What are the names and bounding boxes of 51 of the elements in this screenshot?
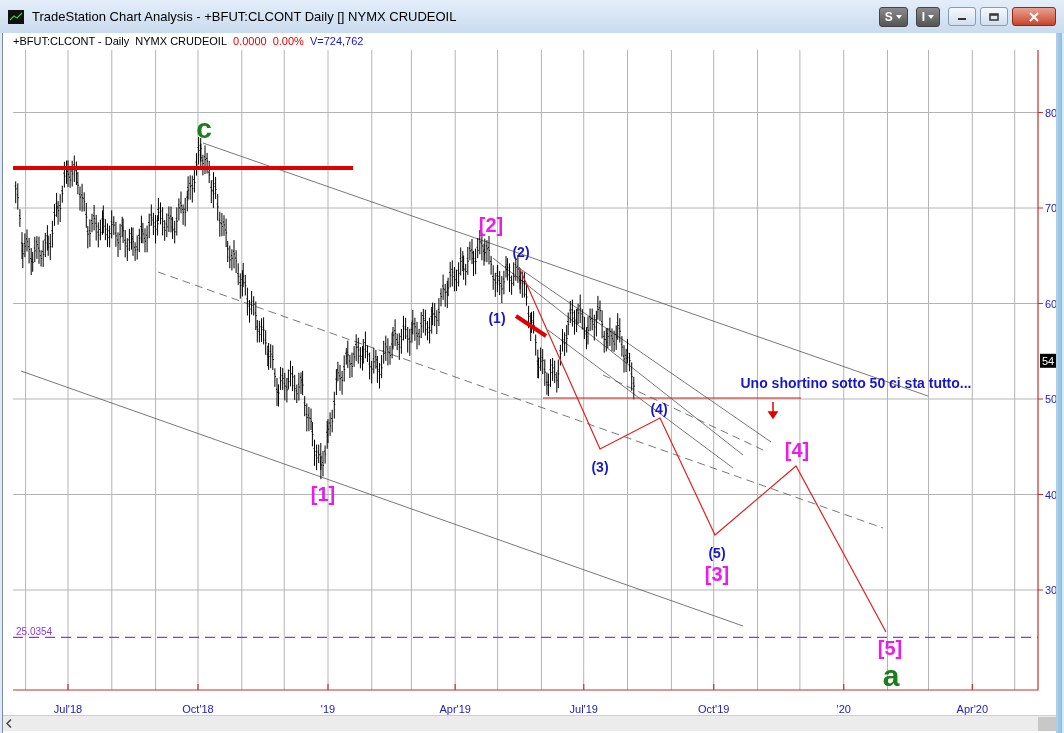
horizontal-scrollbar[interactable] xyxy=(3,715,1056,731)
wave-label: (2) xyxy=(512,244,530,261)
wave-label: a xyxy=(882,658,900,692)
date-axis-label: Apr'19 xyxy=(439,703,471,715)
price-axis-label: 40 xyxy=(1045,488,1056,501)
scrollbar-thumb[interactable] xyxy=(1038,716,1056,731)
date-axis-label: Jul'19 xyxy=(569,703,598,715)
symbol-label: +BFUT:CLCONT - Daily NYMX CRUDEOIL xyxy=(13,36,228,47)
date-axis-label: Jul'18 xyxy=(53,703,83,715)
price-change: 0.0000 xyxy=(233,36,267,47)
caret-icon xyxy=(895,14,902,19)
wave-label: [2] xyxy=(478,214,504,237)
breakout-line xyxy=(514,314,548,338)
last-price-tag: 54 xyxy=(1040,353,1056,368)
comment-text: Uno shortino sotto 50 ci sta tutto... xyxy=(740,375,972,391)
percent-change: 0.00% xyxy=(272,36,304,47)
minimize-icon xyxy=(958,18,966,20)
wave-label: (5) xyxy=(708,545,726,562)
date-axis-label: '20 xyxy=(836,703,851,715)
wave-label: [4] xyxy=(784,439,810,462)
menu-button[interactable]: S xyxy=(878,6,908,27)
menu-button[interactable]: I xyxy=(915,6,940,27)
wave-label: [1] xyxy=(310,483,336,506)
price-axis-label: 70 xyxy=(1045,202,1056,214)
price-axis-label: 80 xyxy=(1045,106,1056,119)
scroll-left-icon[interactable] xyxy=(6,719,12,728)
wave-label: (4) xyxy=(650,401,668,418)
price-axis-label: 30 xyxy=(1045,584,1056,596)
price-level-label: 25.0354 xyxy=(16,626,53,638)
price-axis-label: 60 xyxy=(1045,297,1056,310)
date-axis-label: Apr'20 xyxy=(956,703,989,715)
chart-app-icon xyxy=(8,9,24,24)
close-icon xyxy=(1028,11,1040,22)
window-title: TradeStation Chart Analysis - +BFUT:CLCONT Daily [] NYMX CRUDEOIL xyxy=(32,7,457,26)
maximize-icon xyxy=(988,11,1000,22)
maximize-button[interactable] xyxy=(980,7,1008,26)
wave-label: [3] xyxy=(704,563,730,586)
wave-label: (3) xyxy=(591,459,609,476)
wave-label: [5] xyxy=(877,637,903,660)
date-axis-label: Oct'19 xyxy=(698,703,730,715)
down-arrow-icon xyxy=(768,401,778,420)
close-button[interactable] xyxy=(1012,7,1056,26)
wave-label: (1) xyxy=(488,310,506,327)
minimize-button[interactable] xyxy=(948,7,976,26)
vertical-scrollbar[interactable] xyxy=(1056,33,1062,733)
date-axis-label: '19 xyxy=(320,703,336,715)
volume-label: V=724,762 xyxy=(309,36,364,47)
caret-icon xyxy=(928,14,934,19)
price-axis-label: 50 xyxy=(1045,393,1056,405)
date-axis-label: Oct'18 xyxy=(182,703,214,715)
wave-label: c xyxy=(196,113,212,145)
